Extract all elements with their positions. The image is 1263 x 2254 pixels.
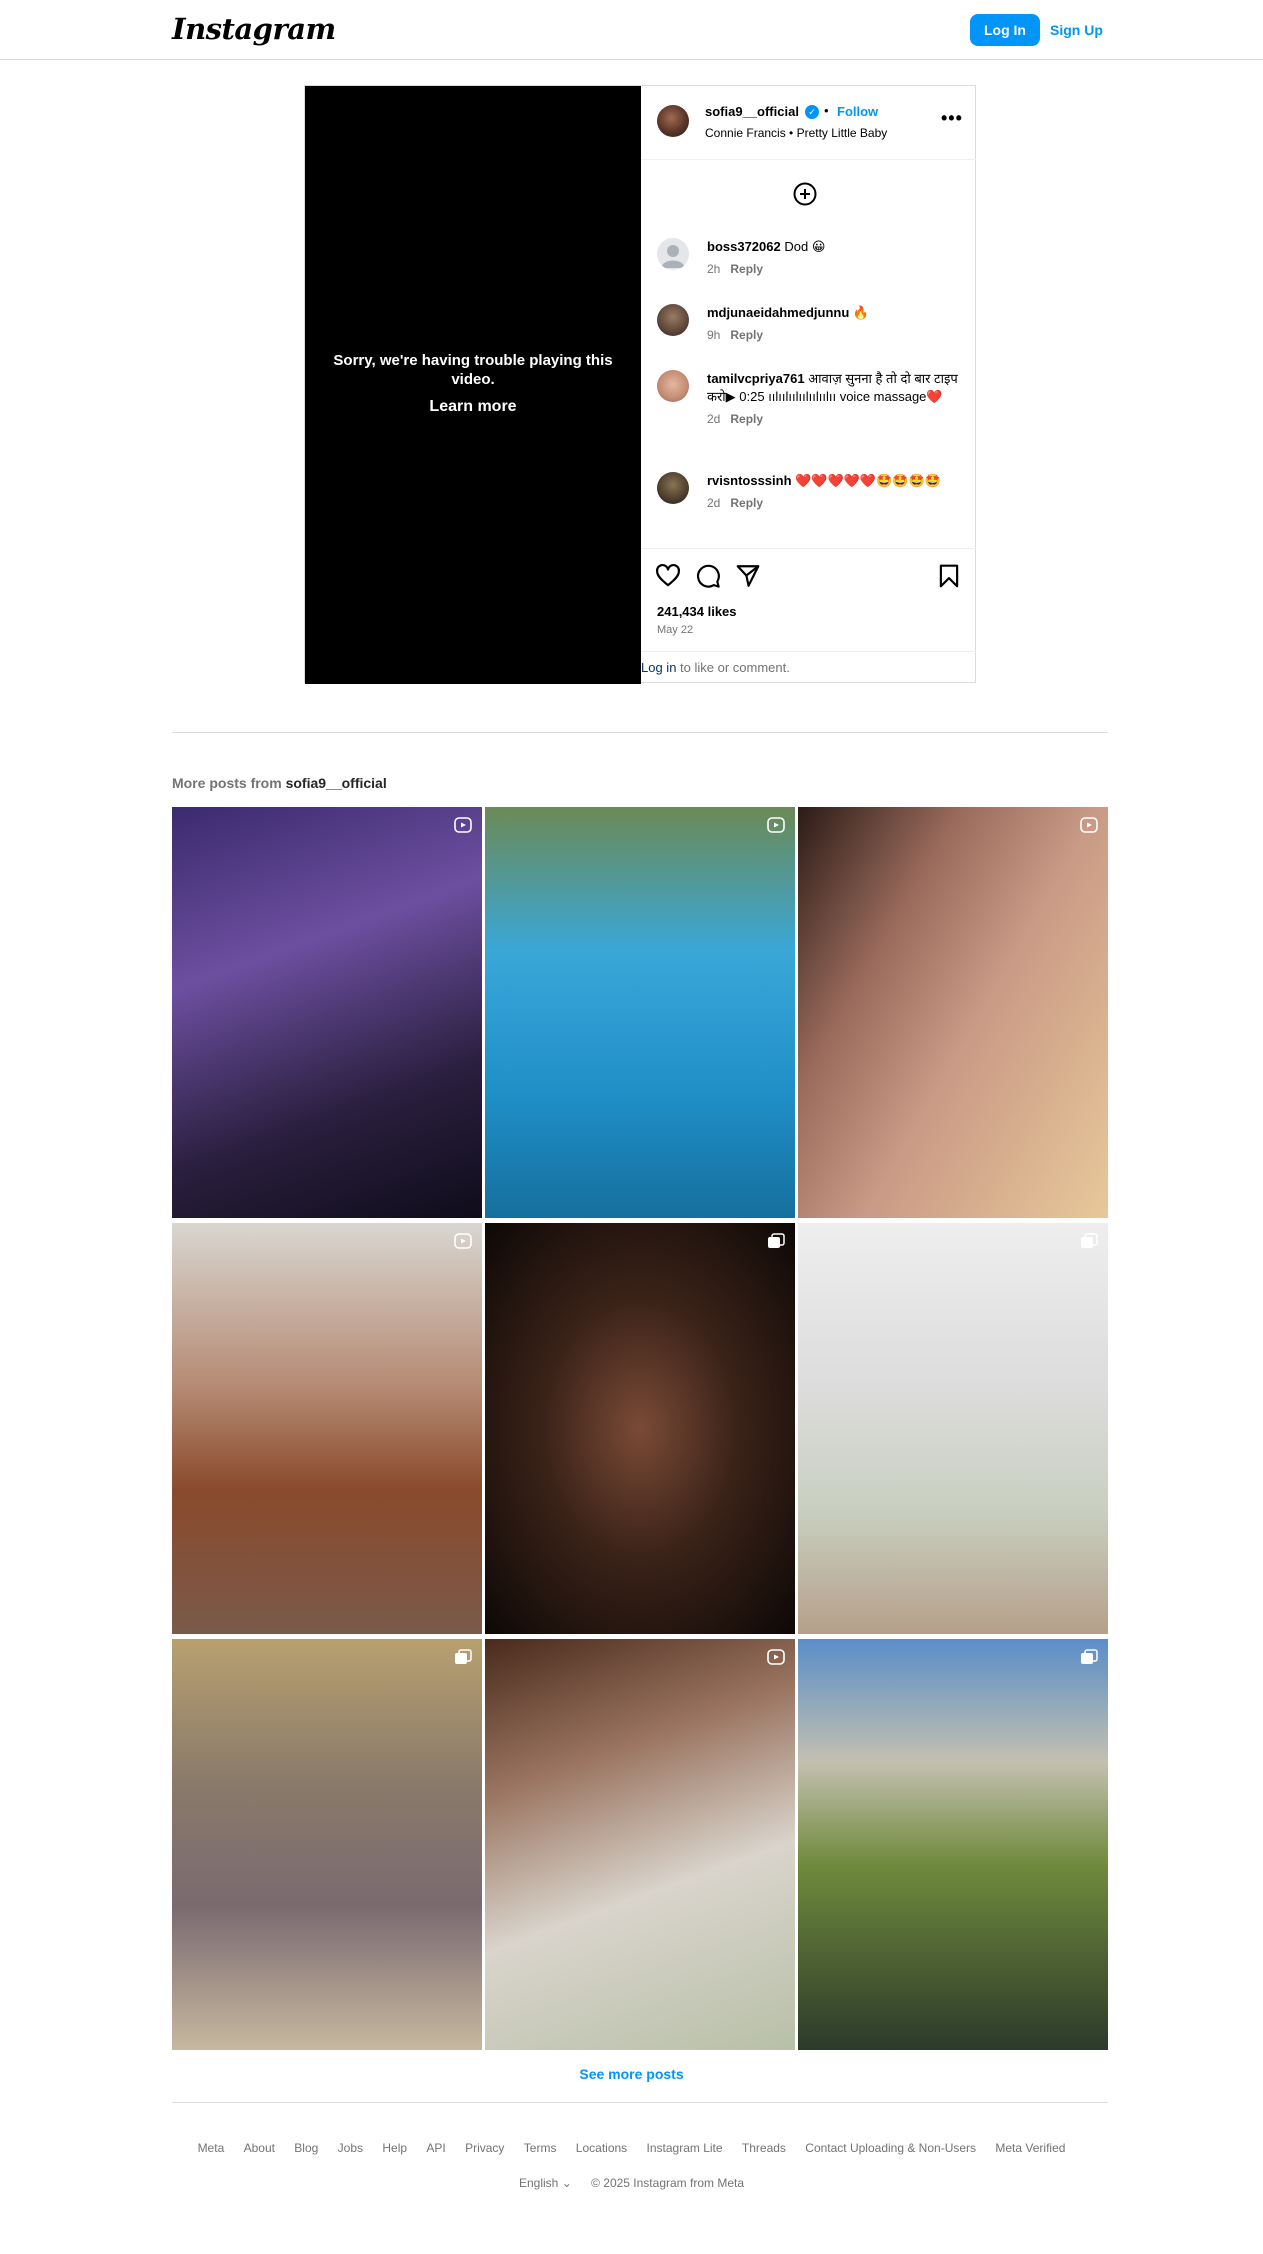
follow-button[interactable]: Follow [837,104,878,119]
comment-time: 2d [707,496,721,510]
reel-icon [454,817,472,833]
comment-text: ❤️❤️❤️❤️❤️🤩🤩🤩🤩 [795,473,941,488]
comment-username[interactable]: boss372062 [707,239,781,254]
comment-icon[interactable] [695,563,721,589]
section-divider [172,732,1108,733]
post-card: Sorry, we're having trouble playing this… [304,85,976,684]
comment-time: 2d [707,412,721,426]
login-button[interactable]: Log In [970,14,1040,46]
comment-username[interactable]: rvisntosssinh [707,473,792,488]
footer-link[interactable]: Terms [524,2141,557,2155]
heart-icon[interactable] [655,563,681,589]
post-thumbnail[interactable] [485,1639,795,2050]
post-thumbnail[interactable] [798,807,1108,1218]
reel-icon [767,817,785,833]
footer-bottom: English ⌄ © 2025 Instagram from Meta [0,2176,1263,2190]
share-icon[interactable] [735,563,761,589]
footer-divider [172,2102,1108,2103]
verified-badge-icon: ✓ [805,105,819,119]
footer-link[interactable]: Jobs [338,2141,363,2155]
footer-link[interactable]: Meta Verified [995,2141,1065,2155]
commenter-avatar[interactable] [657,370,689,402]
post-thumbnail[interactable] [798,1223,1108,1634]
top-navigation-bar: Instagram Log In Sign Up [0,0,1263,60]
footer-link[interactable]: Instagram Lite [647,2141,723,2155]
post-thumbnail[interactable] [485,1223,795,1634]
carousel-icon [455,1649,472,1664]
author-avatar[interactable] [657,105,689,137]
default-avatar-icon[interactable] [657,238,689,270]
reply-button[interactable]: Reply [730,262,763,276]
add-circle-icon[interactable] [793,182,817,206]
post-header: sofia9__official ✓ • Follow Connie Franc… [641,86,976,160]
video-player[interactable]: Sorry, we're having trouble playing this… [305,86,641,684]
bookmark-icon[interactable] [936,563,962,589]
footer-link[interactable]: Privacy [465,2141,504,2155]
learn-more-link[interactable]: Learn more [333,398,613,416]
author-username[interactable]: sofia9__official [705,104,799,119]
more-posts-prefix: More posts from [172,775,286,791]
footer-link[interactable]: Threads [742,2141,786,2155]
login-prompt-text: to like or comment. [676,660,790,675]
footer-link[interactable]: Locations [576,2141,627,2155]
footer-link[interactable]: About [244,2141,275,2155]
post-date[interactable]: May 22 [657,624,693,636]
comment-time: 2h [707,262,721,276]
carousel-icon [1081,1649,1098,1664]
more-posts-username[interactable]: sofia9__official [286,775,387,791]
instagram-logo[interactable]: Instagram [172,12,336,46]
post-thumbnail[interactable] [172,807,482,1218]
more-options-icon[interactable]: ••• [941,108,963,129]
post-thumbnail[interactable] [798,1639,1108,2050]
footer-link[interactable]: Help [382,2141,407,2155]
footer-link[interactable]: Blog [294,2141,318,2155]
login-prompt: Log in to like or comment. [641,651,976,675]
footer-link[interactable]: Contact Uploading & Non-Users [805,2141,976,2155]
language-label: English [518,2176,559,2190]
post-thumbnail[interactable] [172,1639,482,2050]
reel-icon [454,1233,472,1249]
comment-username[interactable]: tamilvcpriya761 [707,371,805,386]
language-selector[interactable]: English ⌄ [519,2176,572,2190]
carousel-icon [768,1233,785,1248]
comment-time: 9h [707,328,721,342]
footer-link[interactable]: Meta [198,2141,225,2155]
reel-icon [1080,817,1098,833]
copyright-text: © 2025 Instagram from Meta [591,2176,744,2190]
commenter-avatar[interactable] [657,304,689,336]
signup-button[interactable]: Sign Up [1050,14,1103,46]
carousel-icon [1081,1233,1098,1248]
footer-links: Meta About Blog Jobs Help API Privacy Te… [0,2141,1263,2155]
separator-dot: • [824,103,829,118]
reply-button[interactable]: Reply [730,328,763,342]
footer-link[interactable]: API [426,2141,445,2155]
reel-icon [767,1649,785,1665]
commenter-avatar[interactable] [657,472,689,504]
video-error-message: Sorry, we're having trouble playing this… [333,352,613,388]
post-sidebar: sofia9__official ✓ • Follow Connie Franc… [641,86,976,684]
audio-track-link[interactable]: Connie Francis • Pretty Little Baby [705,126,887,140]
chevron-down-icon: ⌄ [561,2176,572,2190]
comment-text: 🔥 [852,305,870,320]
comment-username[interactable]: mdjunaeidahmedjunnu [707,305,849,320]
reply-button[interactable]: Reply [730,496,763,510]
more-posts-heading: More posts from sofia9__official [172,775,387,791]
post-thumbnail[interactable] [485,807,795,1218]
comment-text: Dod 😀 [784,239,826,254]
likes-count[interactable]: 241,434 likes [657,604,737,619]
see-more-posts-link[interactable]: See more posts [0,2066,1263,2082]
reply-button[interactable]: Reply [730,412,763,426]
login-link[interactable]: Log in [641,660,676,675]
post-thumbnail[interactable] [172,1223,482,1634]
